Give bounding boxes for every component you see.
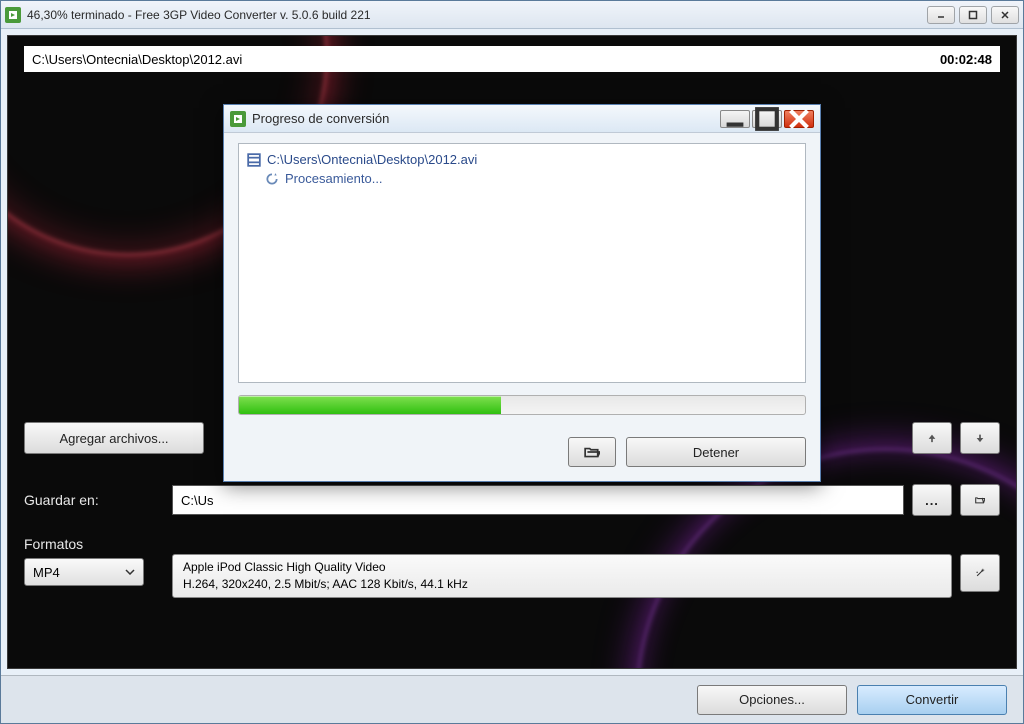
file-path-bar: C:\Users\Ontecnia\Desktop\2012.avi 00:02… [24, 46, 1000, 72]
formats-row: Formatos MP4 Apple iPod Classic High Qua… [24, 536, 1000, 598]
folder-open-icon [584, 445, 600, 459]
save-path-value: C:\Us [181, 493, 214, 508]
progress-dialog: Progreso de conversión C:\Users\Ontecnia… [223, 104, 821, 482]
maximize-button[interactable] [959, 6, 987, 24]
save-label: Guardar en: [24, 492, 164, 508]
progress-fill [239, 396, 501, 414]
ellipsis-icon: ... [925, 493, 939, 508]
refresh-icon [265, 172, 279, 186]
list-item: C:\Users\Ontecnia\Desktop\2012.avi [247, 150, 797, 169]
list-item: Procesamiento... [247, 169, 797, 188]
dialog-close-button[interactable] [784, 110, 814, 128]
progress-status: Procesamiento... [285, 171, 383, 186]
formats-label: Formatos [24, 536, 164, 552]
wand-icon [975, 565, 985, 581]
window-title: 46,30% terminado - Free 3GP Video Conver… [27, 8, 927, 22]
dialog-maximize-button[interactable] [752, 110, 782, 128]
move-up-button[interactable] [912, 422, 952, 454]
move-down-button[interactable] [960, 422, 1000, 454]
preset-detail: H.264, 320x240, 2.5 Mbit/s; AAC 128 Kbit… [183, 576, 941, 593]
format-preset-info[interactable]: Apple iPod Classic High Quality Video H.… [172, 554, 952, 598]
save-path-input[interactable]: C:\Us [172, 485, 904, 515]
progress-bar [238, 395, 806, 415]
dialog-title: Progreso de conversión [252, 111, 720, 126]
window-controls [927, 6, 1019, 24]
convert-button[interactable]: Convertir [857, 685, 1007, 715]
options-button[interactable]: Opciones... [697, 685, 847, 715]
footer: Opciones... Convertir [1, 675, 1023, 723]
video-file-icon [247, 153, 261, 167]
app-icon [5, 7, 21, 23]
browse-save-button[interactable]: ... [912, 484, 952, 516]
arrow-down-icon [975, 431, 985, 445]
arrow-up-icon [927, 431, 937, 445]
formats-column: Formatos MP4 [24, 536, 164, 586]
minimize-button[interactable] [927, 6, 955, 24]
dialog-footer: Detener [224, 425, 820, 481]
dialog-minimize-button[interactable] [720, 110, 750, 128]
progress-list: C:\Users\Ontecnia\Desktop\2012.avi Proce… [238, 143, 806, 383]
progress-file: C:\Users\Ontecnia\Desktop\2012.avi [267, 152, 477, 167]
dialog-body: C:\Users\Ontecnia\Desktop\2012.avi Proce… [224, 133, 820, 425]
format-select[interactable]: MP4 [24, 558, 144, 586]
preset-wizard-button[interactable] [960, 554, 1000, 592]
stop-button[interactable]: Detener [626, 437, 806, 467]
file-duration: 00:02:48 [940, 52, 992, 67]
open-folder-button[interactable] [960, 484, 1000, 516]
save-row: Guardar en: C:\Us ... [24, 484, 1000, 516]
main-titlebar[interactable]: 46,30% terminado - Free 3GP Video Conver… [1, 1, 1023, 29]
dialog-window-controls [720, 110, 814, 128]
file-path: C:\Users\Ontecnia\Desktop\2012.avi [32, 52, 940, 67]
dialog-titlebar[interactable]: Progreso de conversión [224, 105, 820, 133]
preset-name: Apple iPod Classic High Quality Video [183, 559, 941, 576]
chevron-down-icon [125, 569, 135, 575]
open-output-folder-button[interactable] [568, 437, 616, 467]
format-selected: MP4 [33, 565, 60, 580]
close-button[interactable] [991, 6, 1019, 24]
app-icon [230, 111, 246, 127]
add-files-button[interactable]: Agregar archivos... [24, 422, 204, 454]
folder-open-icon [975, 493, 985, 507]
